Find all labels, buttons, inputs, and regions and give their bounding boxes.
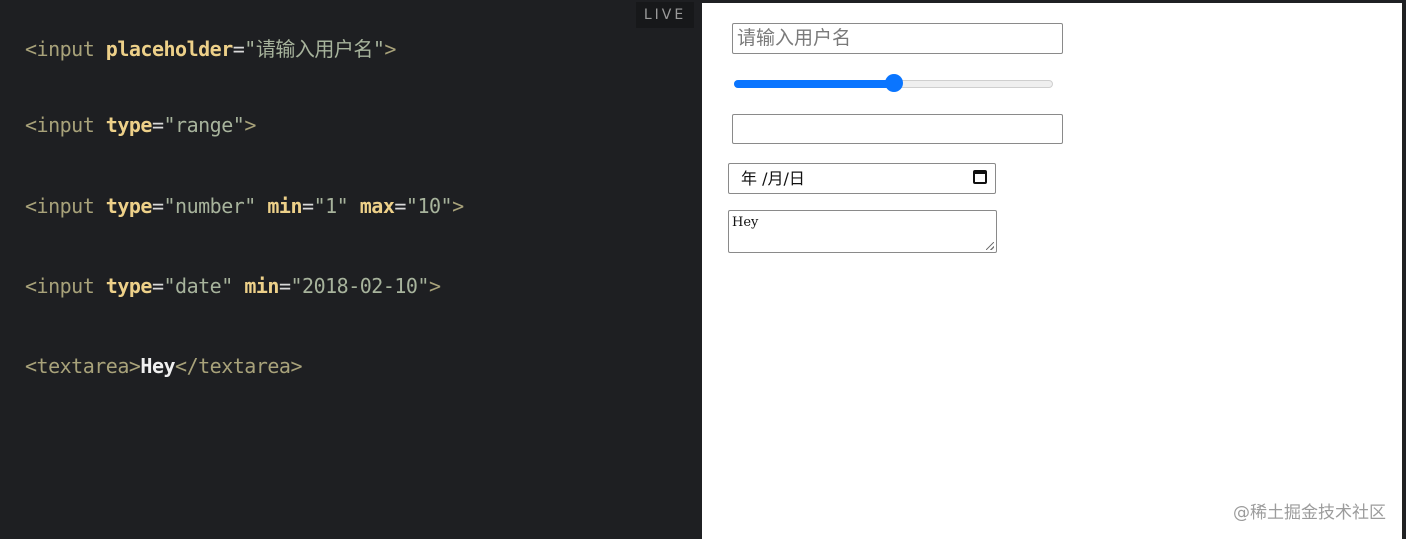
code-eq: = — [394, 194, 406, 218]
code-eq: = — [232, 37, 245, 61]
code-attr: type — [105, 194, 153, 218]
code-line: <input type="range"> — [25, 113, 256, 137]
code-string: "range" — [163, 113, 245, 137]
watermark: @稀土掘金技术社区 — [1233, 503, 1386, 523]
code-eq: = — [151, 113, 164, 137]
calendar-icon[interactable] — [973, 170, 987, 184]
date-input[interactable]: 年 /月/日 — [728, 163, 996, 194]
code-string: "请输入用户名" — [244, 37, 385, 61]
code-attr: min — [244, 274, 279, 298]
code-attr: min — [267, 194, 303, 218]
code-string: "number" — [163, 194, 257, 218]
code-tag: > — [384, 37, 396, 61]
code-tag: > — [244, 113, 256, 137]
code-attr: max — [359, 194, 395, 218]
code-attr: type — [105, 274, 153, 298]
code-attr: placeholder — [105, 37, 233, 61]
code-tag: > — [452, 194, 464, 218]
number-input[interactable] — [732, 114, 1063, 144]
code-tag: > — [428, 274, 441, 298]
code-string: "2018-02-10" — [290, 274, 429, 298]
code-tag: <textarea> — [25, 354, 141, 378]
code-string: "1" — [313, 194, 349, 218]
textarea-value: Hey — [732, 215, 759, 230]
code-editor: <input placeholder="请输入用户名"> <input type… — [0, 0, 700, 539]
range-slider[interactable] — [734, 74, 1053, 92]
code-tag: <input — [25, 274, 106, 298]
slider-fill — [734, 80, 894, 88]
code-line: <textarea>Hey</textarea> — [25, 354, 302, 378]
code-line: <input placeholder="请输入用户名"> — [25, 33, 396, 62]
date-placeholder: 年 /月/日 — [741, 169, 805, 188]
code-line: <input type="number" min="1" max="10"> — [25, 194, 464, 218]
slider-thumb[interactable] — [884, 74, 903, 92]
textarea[interactable]: Hey — [728, 210, 997, 253]
code-tag: <input — [25, 194, 106, 218]
resize-grip-icon[interactable] — [986, 242, 994, 250]
code-text: Hey — [140, 354, 176, 378]
code-tag: <input — [25, 113, 106, 137]
code-eq: = — [302, 194, 314, 218]
code-string: "date" — [163, 274, 234, 298]
code-eq: = — [151, 194, 164, 218]
code-string: "10" — [405, 194, 453, 218]
code-line: <input type="date" min="2018-02-10"> — [25, 274, 441, 298]
live-badge: LIVE — [636, 2, 694, 28]
code-tag: <input — [25, 37, 106, 61]
code-tag: </textarea> — [175, 354, 302, 378]
live-preview: 请输入用户名 年 /月/日 Hey @稀土掘金技术社区 — [702, 3, 1404, 539]
code-attr: type — [105, 113, 153, 137]
code-eq: = — [278, 274, 291, 298]
code-eq: = — [151, 274, 164, 298]
username-input[interactable]: 请输入用户名 — [732, 23, 1063, 54]
